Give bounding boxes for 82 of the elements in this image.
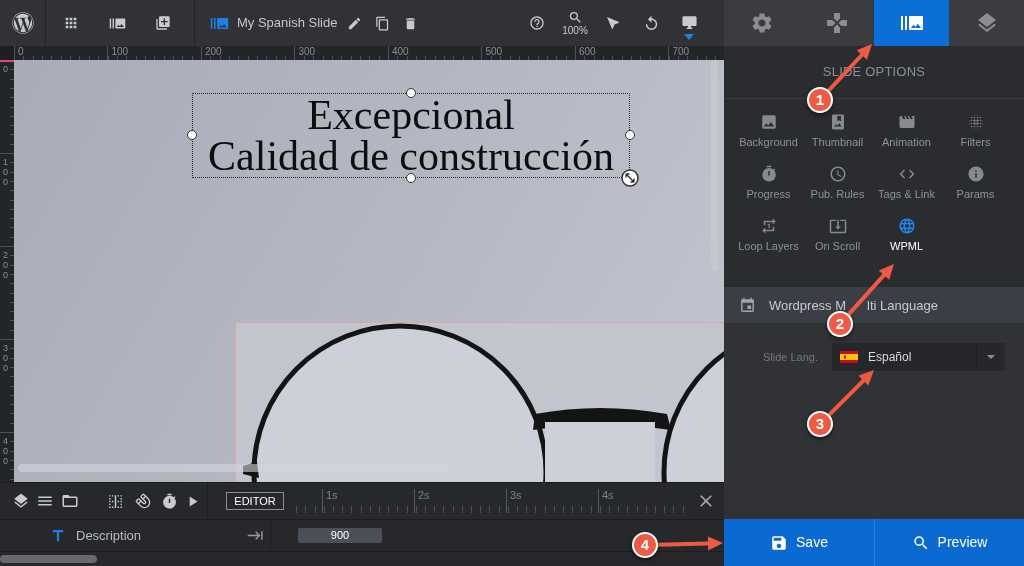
panel-tab[interactable] bbox=[874, 0, 949, 46]
option-button[interactable]: Pub. Rules bbox=[803, 165, 872, 217]
copy-icon[interactable] bbox=[375, 15, 391, 31]
save-icon bbox=[770, 533, 789, 552]
duration-bar[interactable]: 900 bbox=[298, 528, 382, 543]
ruler-label: 600 bbox=[579, 46, 597, 58]
option-button[interactable]: Background bbox=[734, 113, 803, 165]
ruler-label: 100 bbox=[111, 46, 130, 58]
option-button[interactable]: Params bbox=[941, 165, 1010, 217]
caret-icon bbox=[684, 34, 694, 40]
gamepad-icon bbox=[824, 11, 849, 35]
info-icon bbox=[966, 165, 985, 183]
vertical-scrollbar[interactable] bbox=[711, 60, 718, 270]
option-button[interactable]: Thumbnail bbox=[803, 113, 872, 165]
globe-icon bbox=[897, 217, 916, 235]
clapperboard-icon bbox=[897, 113, 916, 131]
folder-icon[interactable] bbox=[61, 492, 79, 510]
logo-icon[interactable] bbox=[11, 12, 34, 34]
grid-lines-icon[interactable] bbox=[107, 492, 124, 510]
option-button[interactable]: On Scroll bbox=[803, 217, 872, 269]
grid-icon[interactable] bbox=[63, 15, 79, 31]
ruler-label: 700 bbox=[672, 46, 691, 58]
magnet-icon[interactable] bbox=[135, 493, 151, 509]
stopwatch-icon[interactable] bbox=[161, 492, 178, 510]
option-button[interactable]: Progress bbox=[734, 165, 803, 217]
resize-handle[interactable] bbox=[406, 173, 416, 183]
ruler-label: 500 bbox=[485, 46, 504, 58]
pointer-arrow bbox=[656, 536, 723, 551]
panel-tab[interactable] bbox=[949, 0, 1024, 46]
ruler-label: 400 bbox=[392, 46, 410, 58]
ruler-label: 100 bbox=[3, 157, 9, 187]
ruler-label: 0 bbox=[3, 64, 9, 74]
resize-handle[interactable] bbox=[625, 130, 635, 140]
field-label: Slide Lang. bbox=[761, 349, 818, 365]
flag-icon bbox=[840, 351, 858, 363]
option-button[interactable]: Animation bbox=[872, 113, 941, 165]
stopwatch-icon bbox=[759, 165, 778, 183]
section-title: lti Language bbox=[867, 298, 938, 312]
repeat-icon bbox=[759, 217, 778, 235]
scale-handle-icon[interactable] bbox=[621, 169, 639, 187]
time-label: 1s bbox=[326, 489, 339, 502]
horizontal-scrollbar[interactable] bbox=[18, 464, 450, 472]
ruler-label: 0 bbox=[18, 46, 25, 58]
clock-icon bbox=[828, 165, 847, 183]
horizontal-scrollbar[interactable] bbox=[0, 555, 97, 563]
resize-handle[interactable] bbox=[187, 130, 197, 140]
ruler-label: 300 bbox=[3, 343, 9, 373]
option-button[interactable]: Tags & Link bbox=[872, 165, 941, 217]
pencil-icon[interactable] bbox=[347, 15, 363, 31]
ruler-label: 300 bbox=[298, 46, 317, 58]
search-icon bbox=[911, 533, 930, 552]
slide-title: My Spanish Slide bbox=[237, 14, 338, 33]
download-icon bbox=[828, 217, 847, 235]
help-icon[interactable] bbox=[529, 15, 545, 31]
caret-icon bbox=[987, 355, 995, 359]
option-button[interactable]: Loop Layers bbox=[734, 217, 803, 269]
ruler-label: 200 bbox=[205, 46, 223, 58]
cursor-arrow-icon[interactable] bbox=[605, 15, 621, 31]
time-label: 3s bbox=[510, 489, 523, 502]
image-icon bbox=[759, 113, 778, 131]
zoom-button[interactable]: 100% bbox=[556, 10, 594, 36]
search-icon bbox=[567, 10, 583, 25]
option-button[interactable]: Filters bbox=[941, 113, 1010, 165]
position-marker bbox=[0, 60, 14, 62]
pointer-arrow bbox=[827, 370, 874, 417]
language-select[interactable]: Español bbox=[832, 343, 1005, 371]
calendar-icon bbox=[739, 296, 756, 314]
resize-handle[interactable] bbox=[406, 88, 416, 98]
panel-tab[interactable] bbox=[724, 0, 799, 46]
monitor-icon[interactable] bbox=[680, 14, 698, 31]
section-title: Wordpress M bbox=[769, 298, 847, 312]
editor-button[interactable]: EDITOR bbox=[226, 492, 284, 510]
layer-name[interactable]: Description bbox=[76, 525, 142, 546]
panel-tab[interactable] bbox=[799, 0, 874, 46]
layers-icon[interactable] bbox=[12, 492, 30, 510]
time-label: 4s bbox=[602, 489, 615, 502]
ruler-label: 400 bbox=[3, 436, 9, 466]
add-slide-icon[interactable] bbox=[155, 15, 171, 31]
time-label: 2s bbox=[418, 489, 431, 502]
ruler-label: 200 bbox=[3, 250, 9, 280]
dots-icon bbox=[966, 113, 985, 131]
option-button[interactable]: WPML bbox=[872, 217, 941, 269]
